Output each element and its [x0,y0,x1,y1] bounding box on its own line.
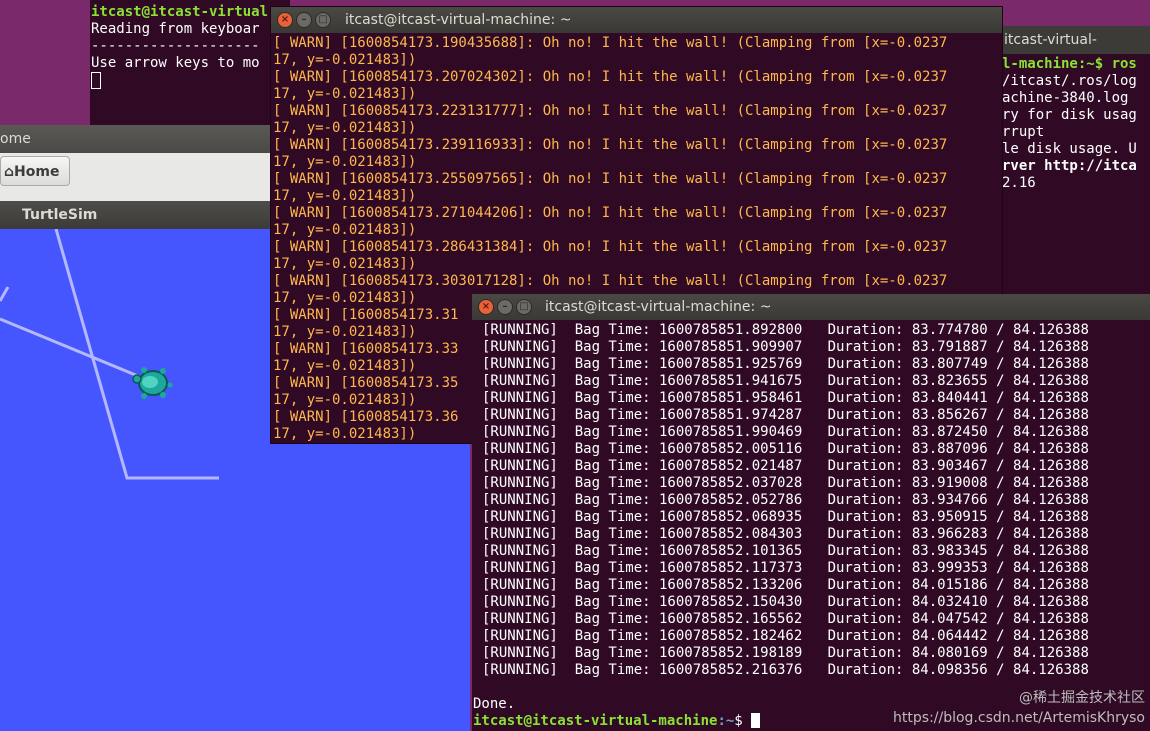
watermark-line-2: https://blog.csdn.net/ArtemisKhryso [893,710,1145,726]
bag-terminal-titlebar[interactable]: × – □ itcast@itcast-virtual-machine: ~ [472,294,1150,320]
file-browser-titlebar[interactable]: ome [0,125,280,153]
right-line-4: ry for disk usag [1002,107,1137,123]
bag-status-row: [RUNNING] Bag Time: 1600785852.198189 Du… [482,645,1089,661]
warn-line: [ WARN] [1600854173.239116933]: Oh no! I… [273,137,948,153]
bag-prompt-line[interactable]: itcast@itcast-virtual-machine:~$ [473,713,761,730]
warn-line-cont: 17, y=-0.021483]) [273,154,417,170]
bag-status-row: [RUNNING] Bag Time: 1600785852.133206 Du… [482,577,1089,593]
bag-status-row: [RUNNING] Bag Time: 1600785852.021487 Du… [482,458,1089,474]
bag-status-row: [RUNNING] Bag Time: 1600785851.958461 Du… [482,390,1089,406]
warn-line: [ WARN] [1600854173.255097565]: Oh no! I… [273,171,948,187]
warn-line: [ WARN] [1600854173.207024302]: Oh no! I… [273,69,948,85]
text-cursor [751,713,761,728]
bag-status-row: [RUNNING] Bag Time: 1600785852.182462 Du… [482,628,1089,644]
text-cursor [91,72,101,89]
file-browser-window[interactable]: ome ⌂Home [0,125,280,205]
right-line-3: achine-3840.log [1002,90,1129,106]
bag-status-row: [RUNNING] Bag Time: 1600785851.925769 Du… [482,356,1089,372]
warn-line-cont: 17, y=-0.021483]) [273,52,417,68]
right-terminal-titlebar[interactable]: itcast-virtual-machine [1000,26,1150,54]
warn-line-cont: 17, y=-0.021483]) [273,86,417,102]
home-button-label: Home [14,164,60,180]
home-icon: ⌂ [4,164,15,180]
warn-terminal-title: itcast@itcast-virtual-machine: ~ [345,11,572,28]
file-browser-title: ome [0,131,31,147]
right-line-1: l-machine:~$ ros [1002,56,1137,72]
bag-status-row: [RUNNING] Bag Time: 1600785852.150430 Du… [482,594,1089,610]
right-line-9: 2.16 [1002,175,1036,191]
minimize-icon[interactable]: – [497,299,513,315]
bag-status-row: [RUNNING] Bag Time: 1600785851.990469 Du… [482,424,1089,440]
close-icon[interactable]: × [478,299,494,315]
minimize-icon[interactable]: – [296,12,312,28]
path-segment-3 [0,286,10,302]
warn-line: [ WARN] [1600854173.271044206]: Oh no! I… [273,205,948,221]
turtlesim-title: TurtleSim [22,207,98,223]
warn-line: [ WARN] [1600854173.190435688]: Oh no! I… [273,35,948,51]
warn-line-cont: 17, y=-0.021483]) [273,188,417,204]
watermark: @稀土掘金技术社区 https://blog.csdn.net/ArtemisK… [890,688,1145,728]
right-line-2: /itcast/.ros/log [1002,73,1137,89]
bag-status-row: [RUNNING] Bag Time: 1600785852.216376 Du… [482,662,1089,678]
bag-status-row: [RUNNING] Bag Time: 1600785852.084303 Du… [482,526,1089,542]
bag-status-row: [RUNNING] Bag Time: 1600785852.052786 Du… [482,492,1089,508]
bag-status-row: [RUNNING] Bag Time: 1600785851.974287 Du… [482,407,1089,423]
right-line-5: rrupt [1002,124,1045,140]
warn-line-cont: 17, y=-0.021483]) [273,120,417,136]
teleop-line-3: Use arrow keys to mo [91,55,260,71]
bag-status-row: [RUNNING] Bag Time: 1600785852.165562 Du… [482,611,1089,627]
path-segment-2 [0,317,151,383]
right-terminal-title: itcast-virtual-machine [1004,32,1097,48]
right-line-6: le disk usage. U [1002,141,1137,157]
home-button[interactable]: ⌂Home [0,156,70,186]
bag-status-row: [RUNNING] Bag Time: 1600785852.037028 Du… [482,475,1089,491]
bag-status-row: [RUNNING] Bag Time: 1600785852.068935 Du… [482,509,1089,525]
maximize-icon[interactable]: □ [315,12,331,28]
warn-terminal-titlebar[interactable]: × – □ itcast@itcast-virtual-machine: ~ [271,7,1002,33]
teleop-line-1: Reading from keyboar [91,21,260,37]
bag-status-row: [RUNNING] Bag Time: 1600785851.941675 Du… [482,373,1089,389]
teleop-prompt: itcast@itcast-virtual [91,4,269,20]
bag-status-row: [RUNNING] Bag Time: 1600785852.005116 Du… [482,441,1089,457]
right-line-8: rver http://itca [1002,158,1137,174]
close-icon[interactable]: × [277,12,293,28]
bag-terminal[interactable]: × – □ itcast@itcast-virtual-machine: ~ [… [472,294,1150,731]
teleop-cursor-line [91,72,290,91]
warn-line: [ WARN] [1600854173.286431384]: Oh no! I… [273,239,948,255]
watermark-line-1: @稀土掘金技术社区 [1019,690,1145,706]
warn-line: [ WARN] [1600854173.303017128]: Oh no! I… [273,273,948,289]
warn-line-cont: 17, y=-0.021483]) [273,222,417,238]
turtle-icon [132,367,173,399]
bag-status-row: [RUNNING] Bag Time: 1600785852.101365 Du… [482,543,1089,559]
warn-line-cont: 17, y=-0.021483]) [273,256,417,272]
right-terminal[interactable]: l-machine:~$ ros /itcast/.ros/log achine… [1000,54,1150,294]
bag-done-line: Done. [473,696,516,712]
bag-status-row: [RUNNING] Bag Time: 1600785852.117373 Du… [482,560,1089,576]
warn-line: [ WARN] [1600854173.223131777]: Oh no! I… [273,103,948,119]
turtle-path [0,229,219,480]
bag-terminal-title: itcast@itcast-virtual-machine: ~ [545,298,772,315]
teleop-line-2: -------------------- [91,38,260,54]
bag-terminal-body: [RUNNING] Bag Time: 1600785851.892800 Du… [482,322,1150,679]
bag-status-row: [RUNNING] Bag Time: 1600785851.909907 Du… [482,339,1089,355]
teleop-terminal[interactable]: itcast@itcast-virtual Reading from keybo… [90,0,290,125]
bag-status-row: [RUNNING] Bag Time: 1600785851.892800 Du… [482,322,1089,338]
maximize-icon[interactable]: □ [516,299,532,315]
